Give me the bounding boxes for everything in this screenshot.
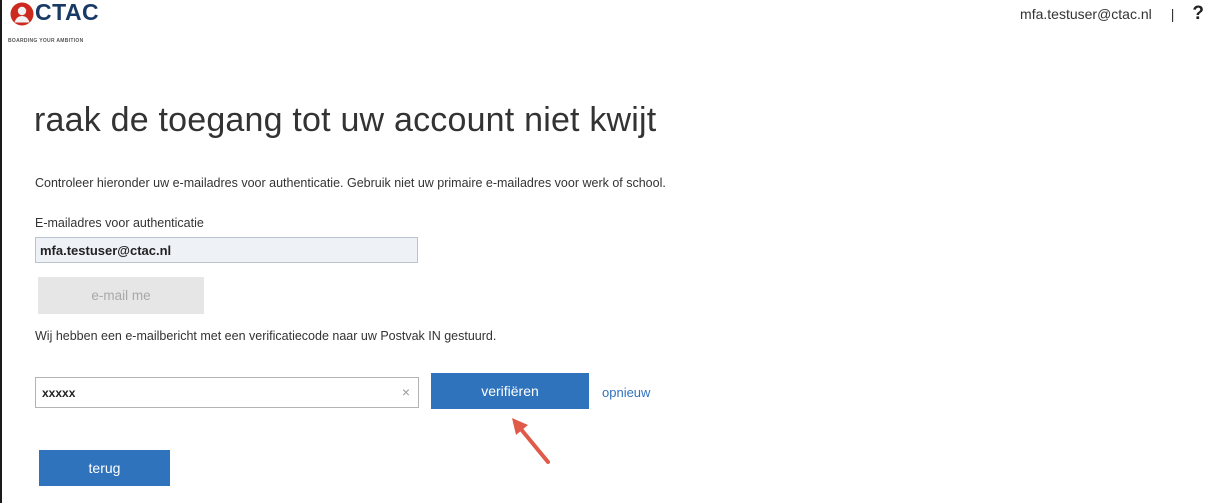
page: CTAC BOARDING YOUR AMBITION mfa.testuser… — [0, 0, 1206, 503]
help-icon[interactable]: ? — [1192, 3, 1204, 25]
page-title: raak de toegang tot uw account niet kwij… — [34, 101, 657, 139]
ctac-logo-icon — [10, 2, 34, 26]
sent-message: Wij hebben een e-mailbericht met een ver… — [35, 329, 497, 343]
verification-code-field[interactable]: × — [35, 377, 419, 408]
logo-tagline: BOARDING YOUR AMBITION — [8, 38, 84, 44]
verify-button[interactable]: verifiëren — [431, 373, 589, 409]
header-separator: | — [1170, 6, 1175, 22]
email-label: E-mailadres voor authenticatie — [35, 216, 204, 230]
header: CTAC BOARDING YOUR AMBITION mfa.testuser… — [2, 0, 1206, 60]
user-email[interactable]: mfa.testuser@ctac.nl — [1020, 6, 1152, 22]
red-arrow-icon — [512, 418, 550, 464]
resend-link[interactable]: opnieuw — [602, 385, 650, 400]
logo-text: CTAC — [35, 0, 100, 25]
verification-code-input[interactable] — [36, 378, 396, 407]
clear-icon[interactable]: × — [402, 384, 410, 400]
email-field[interactable] — [35, 237, 418, 263]
instruction-text: Controleer hieronder uw e-mailadres voor… — [35, 176, 666, 190]
email-me-button[interactable]: e-mail me — [38, 277, 204, 314]
back-button[interactable]: terug — [39, 450, 170, 486]
user-area: mfa.testuser@ctac.nl | ? — [1020, 0, 1204, 28]
